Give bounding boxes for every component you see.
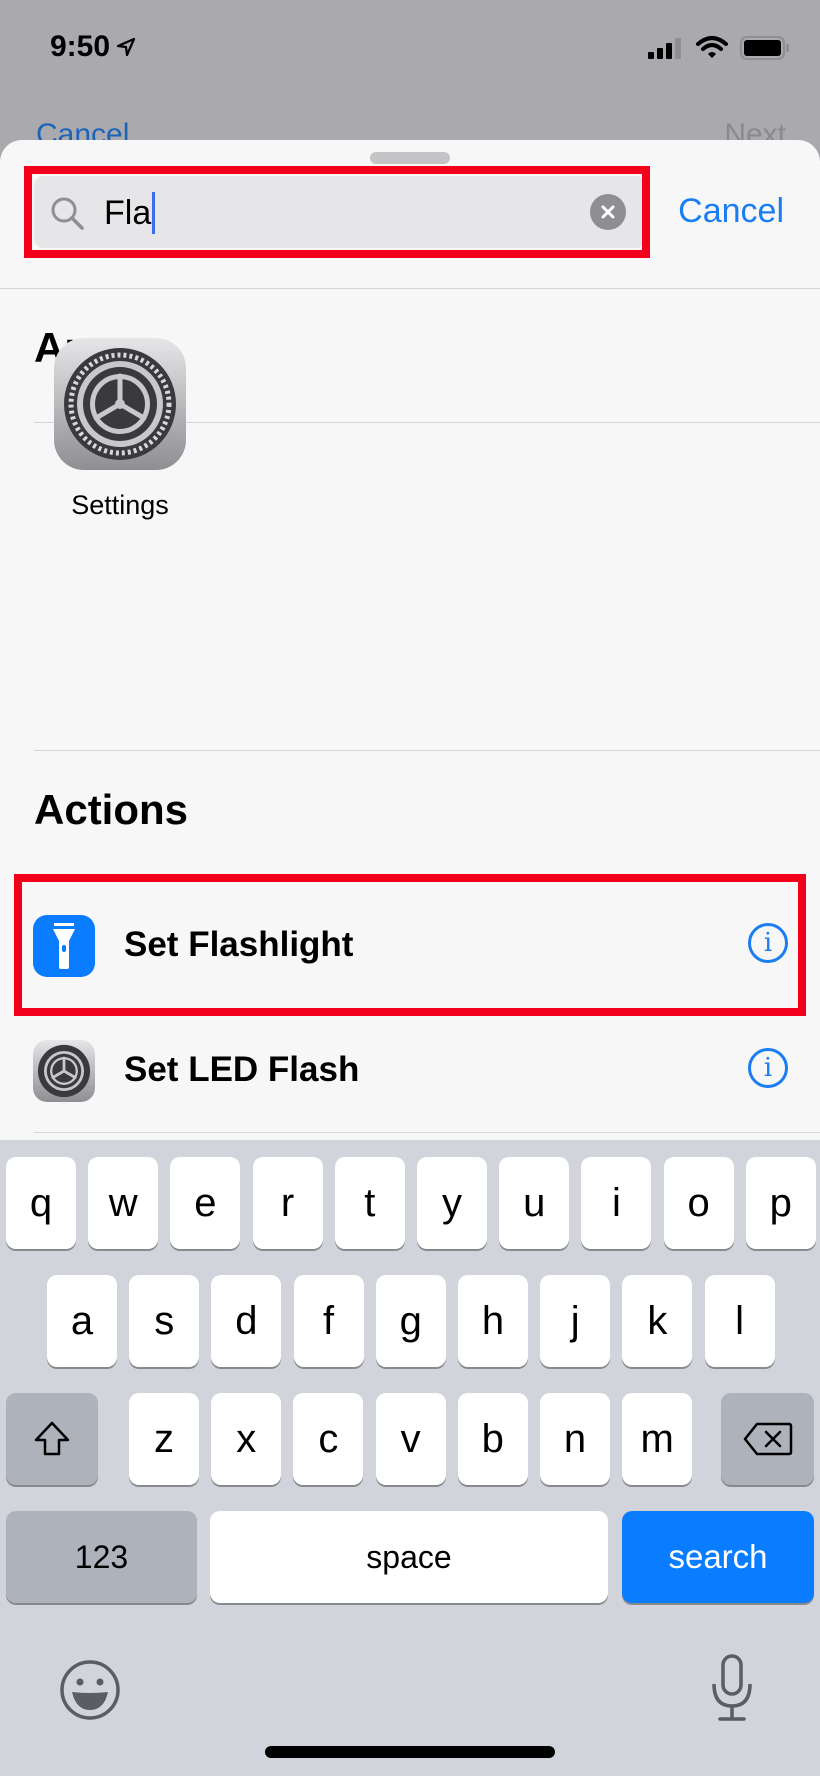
location-arrow-icon (116, 37, 136, 57)
key-p[interactable]: p (745, 1157, 816, 1249)
shift-arrow-icon (34, 1421, 70, 1456)
key-z[interactable]: z (129, 1393, 199, 1485)
search-input-value: Fla (104, 193, 152, 232)
settings-gear-icon (54, 338, 186, 470)
info-icon[interactable]: i (748, 1048, 788, 1088)
sheet-grabber[interactable] (370, 152, 450, 164)
divider (34, 1132, 820, 1133)
clear-x-icon (601, 205, 615, 219)
microphone-icon (712, 1654, 752, 1721)
divider (34, 750, 820, 751)
app-tile-settings[interactable]: Settings (54, 338, 186, 521)
key-o[interactable]: o (663, 1157, 734, 1249)
key-d[interactable]: d (211, 1275, 282, 1367)
dictation-button[interactable] (706, 1652, 758, 1729)
magnifier-icon (51, 197, 84, 230)
status-time: 9:50 (50, 30, 136, 64)
action-row-set-flashlight[interactable]: Set Flashlight i (0, 885, 820, 1005)
key-k[interactable]: k (622, 1275, 693, 1367)
key-s[interactable]: s (129, 1275, 200, 1367)
emoji-icon (60, 1660, 120, 1720)
delete-key[interactable] (721, 1393, 814, 1485)
emoji-button[interactable] (58, 1658, 122, 1727)
backspace-icon (743, 1422, 792, 1456)
app-label: Settings (71, 490, 169, 520)
keyboard: q w e r t y u i o p a s d f g h j k l z x c v b n m 123 space search (0, 1140, 820, 1776)
key-x[interactable]: x (211, 1393, 282, 1485)
home-indicator[interactable] (265, 1746, 555, 1758)
key-a[interactable]: a (47, 1275, 117, 1367)
status-icons (648, 36, 790, 60)
time-text: 9:50 (50, 30, 111, 63)
numbers-key[interactable]: 123 (6, 1511, 197, 1603)
key-l[interactable]: l (704, 1275, 775, 1367)
battery-icon (740, 36, 789, 60)
key-y[interactable]: y (417, 1157, 487, 1249)
actions-section-title: Actions (34, 786, 189, 833)
cancel-search-button[interactable]: Cancel (678, 192, 784, 231)
key-h[interactable]: h (458, 1275, 528, 1367)
wifi-icon (696, 36, 728, 58)
status-bar: 9:50 (0, 0, 820, 100)
search-field[interactable]: Fla (34, 176, 646, 248)
key-f[interactable]: f (293, 1275, 364, 1367)
key-b[interactable]: b (457, 1393, 528, 1485)
key-v[interactable]: v (375, 1393, 446, 1485)
key-r[interactable]: r (252, 1157, 323, 1249)
key-g[interactable]: g (375, 1275, 446, 1367)
flashlight-icon (33, 915, 95, 977)
key-i[interactable]: i (581, 1157, 652, 1249)
clear-search-button[interactable] (590, 194, 626, 230)
cellular-signal-icon (648, 38, 681, 59)
settings-gear-icon (33, 1040, 95, 1102)
key-m[interactable]: m (622, 1393, 693, 1485)
shift-key[interactable] (6, 1393, 98, 1485)
key-j[interactable]: j (540, 1275, 611, 1367)
action-label: Set Flashlight (124, 925, 354, 964)
key-t[interactable]: t (334, 1157, 405, 1249)
key-w[interactable]: w (88, 1157, 159, 1249)
info-icon[interactable]: i (748, 923, 788, 963)
search-key[interactable]: search (622, 1511, 814, 1603)
divider (0, 288, 820, 289)
key-n[interactable]: n (540, 1393, 610, 1485)
space-key[interactable]: space (210, 1511, 608, 1603)
search-input[interactable]: Fla (104, 192, 156, 234)
key-e[interactable]: e (170, 1157, 241, 1249)
action-row-set-led-flash[interactable]: Set LED Flash i (0, 1010, 820, 1130)
key-u[interactable]: u (499, 1157, 570, 1249)
key-q[interactable]: q (6, 1157, 76, 1249)
text-caret (152, 192, 156, 234)
action-search-sheet: Fla Cancel Apps Settings Actions (0, 140, 820, 1140)
action-label: Set LED Flash (124, 1050, 360, 1089)
key-c[interactable]: c (293, 1393, 364, 1485)
